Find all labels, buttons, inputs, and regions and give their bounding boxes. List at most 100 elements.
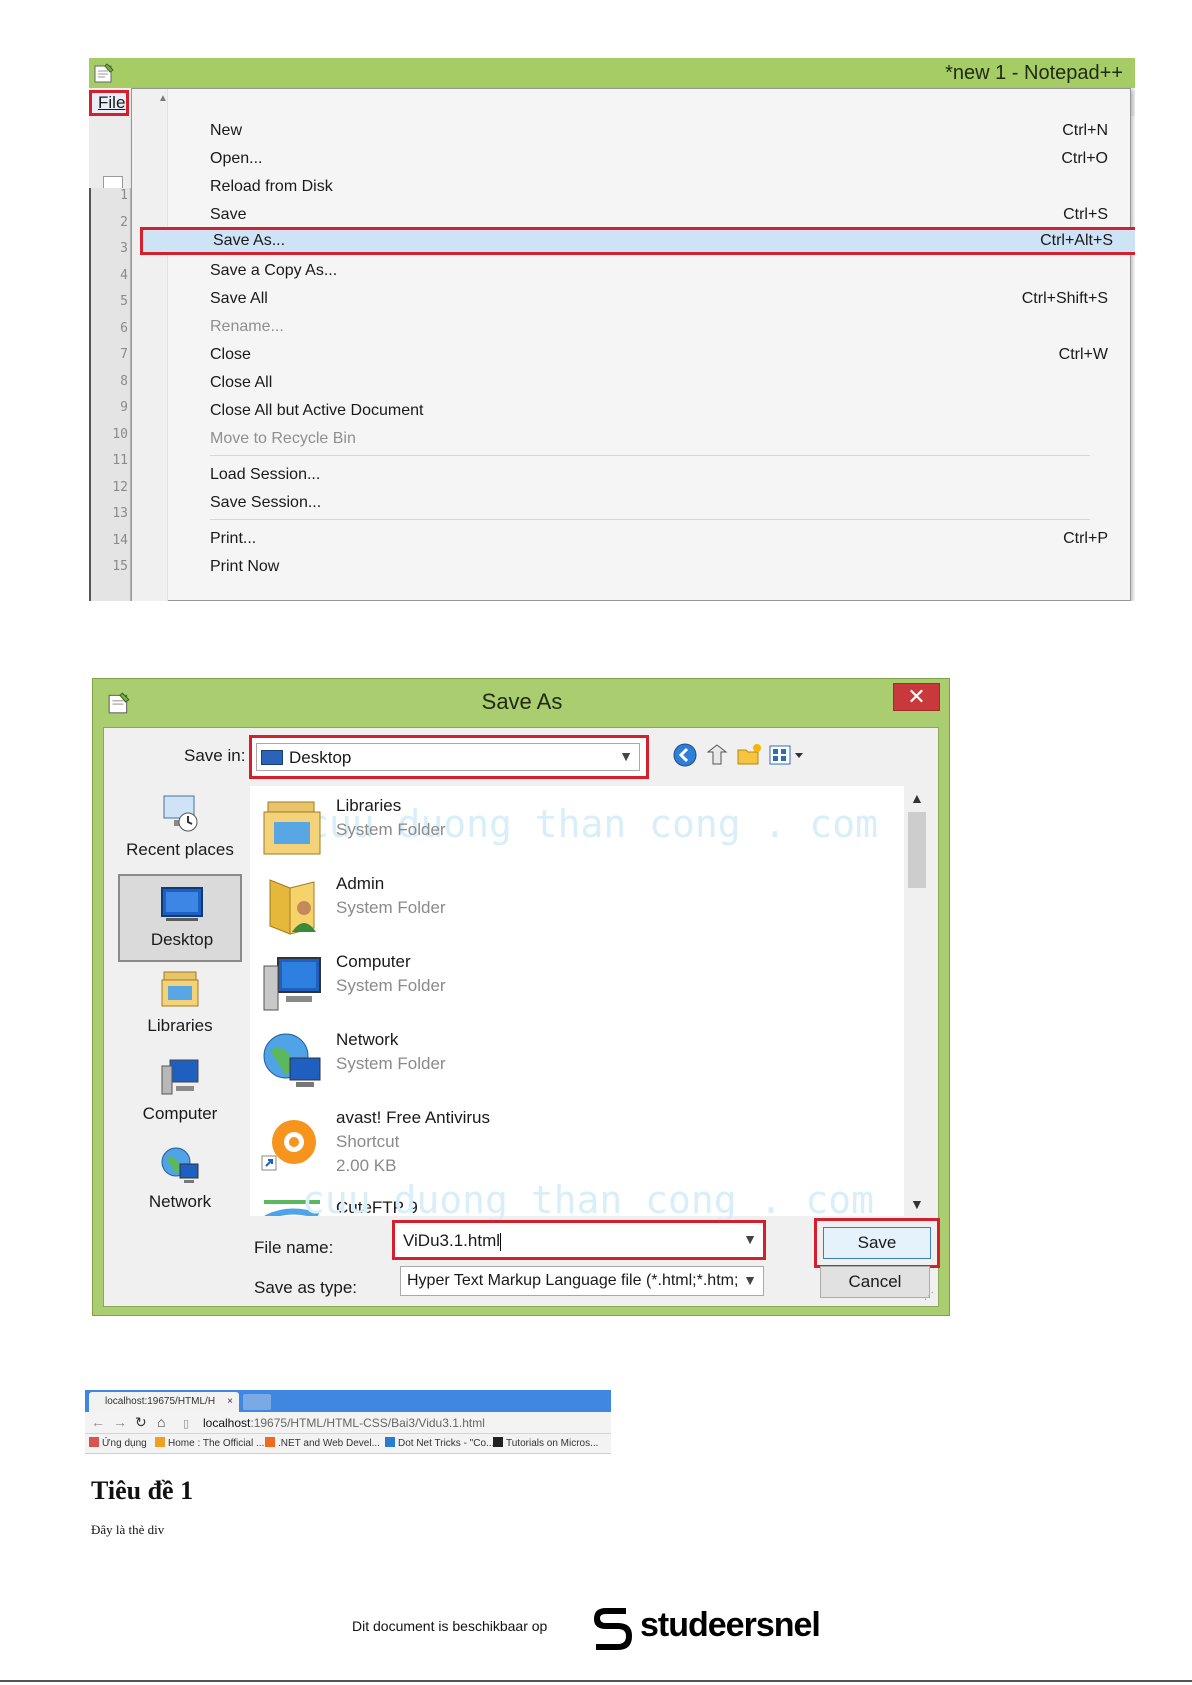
brand-name[interactable]: studeersnel [640, 1606, 821, 1645]
place-label: Computer [142, 1104, 218, 1123]
address-bar[interactable]: localhost:19675/HTML/HTML-CSS/Bai3/Vidu3… [203, 1416, 485, 1430]
forward-icon[interactable]: → [113, 1414, 127, 1430]
place-libraries[interactable]: Libraries [118, 962, 242, 1050]
tab-close-icon[interactable]: × [227, 1392, 233, 1412]
file-menu-dropdown: ▲ New Ctrl+N Open... Ctrl+O Reload from Disk… [131, 88, 1135, 601]
file-name-label: File name: [254, 1238, 334, 1257]
notepad-app-icon [94, 63, 114, 83]
bookmark-favicon-icon [493, 1437, 503, 1447]
text-caret [500, 1232, 502, 1251]
studeersnel-logo-icon[interactable] [586, 1602, 638, 1654]
bookmark-item[interactable]: Tutorials on Micros... [493, 1434, 598, 1454]
resize-grip-icon[interactable]: ⋰ [924, 1291, 934, 1302]
tab-title: localhost:19675/HTML/H [105, 1396, 216, 1407]
bookmark-favicon-icon [89, 1437, 99, 1447]
place-desktop[interactable]: Desktop [118, 874, 242, 962]
menu-item-save-all[interactable]: Save All Ctrl+Shift+S [168, 285, 1128, 313]
file-name-input[interactable]: ViDu3.1.html ▼ [392, 1220, 766, 1260]
line-number: 8 [120, 373, 128, 389]
scroll-up-icon[interactable]: ▲ [910, 790, 924, 806]
bookmark-item[interactable]: Home : The Official ... [155, 1434, 264, 1454]
page-icon: ▯ [183, 1418, 190, 1430]
new-tab-button[interactable] [243, 1394, 271, 1410]
menu-item-label: Close [210, 346, 251, 363]
file-name: Libraries [336, 796, 402, 815]
chevron-down-icon[interactable]: ▼ [619, 748, 633, 764]
file-item[interactable]: CuteFTP 9 [254, 1192, 874, 1216]
view-menu-icon[interactable] [768, 742, 808, 768]
place-label: Network [148, 1192, 212, 1211]
file-list[interactable]: cuu duong than cong . com Libraries Syst… [250, 786, 904, 1216]
menu-item-move-to-recycle-bin[interactable]: Move to Recycle Bin [168, 425, 1128, 453]
file-item[interactable]: Network System Folder [254, 1024, 874, 1098]
menu-item-load-session[interactable]: Load Session... [168, 461, 1128, 489]
close-button[interactable]: ✕ [893, 683, 940, 711]
menu-item-label: Save All [210, 290, 268, 307]
file-menu[interactable]: File [89, 90, 129, 116]
menu-item-print[interactable]: Print... Ctrl+P [168, 525, 1128, 553]
menu-item-label: Load Session... [210, 466, 321, 483]
file-item[interactable]: Admin System Folder [254, 868, 874, 942]
menu-item-open[interactable]: Open... Ctrl+O [168, 145, 1128, 173]
save-as-type-select[interactable]: Hyper Text Markup Language file (*.html;… [400, 1266, 764, 1296]
menu-item-reload-from-disk[interactable]: Reload from Disk [168, 173, 1128, 201]
file-name: Computer [336, 952, 411, 971]
bookmark-item[interactable]: Dot Net Tricks - "Co... [385, 1434, 494, 1454]
bookmark-favicon-icon [265, 1437, 275, 1447]
reload-icon[interactable]: ↻ [135, 1414, 147, 1431]
save-in-label: Save in: [184, 746, 246, 765]
line-number: 10 [112, 426, 128, 442]
chevron-down-icon[interactable]: ▼ [743, 1272, 757, 1288]
menu-item-save-session[interactable]: Save Session... [168, 489, 1128, 517]
file-item[interactable]: Computer System Folder [254, 946, 874, 1020]
save-button[interactable]: Save [823, 1227, 931, 1259]
editor-area[interactable] [1131, 116, 1135, 601]
file-item[interactable]: Libraries System Folder [254, 790, 874, 864]
menu-separator [210, 519, 1090, 520]
bookmark-item[interactable]: .NET and Web Devel... [265, 1434, 380, 1454]
chevron-down-icon[interactable]: ▼ [743, 1231, 757, 1247]
menu-item-label: Close All [210, 374, 273, 391]
menu-item-label: Print Now [210, 558, 280, 575]
menu-scroll-up-icon[interactable]: ▲ [158, 93, 168, 104]
bookmark-item[interactable]: Ứng dụng [89, 1434, 147, 1454]
libraries-icon [161, 971, 199, 1007]
line-number: 3 [120, 241, 128, 256]
scroll-thumb[interactable] [908, 812, 926, 888]
home-icon[interactable]: ⌂ [157, 1414, 165, 1430]
place-label: Recent places [126, 840, 234, 859]
menu-item-shortcut: Ctrl+S [1063, 206, 1108, 223]
place-recent-places[interactable]: Recent places [118, 786, 242, 874]
menu-item-save[interactable]: Save Ctrl+S [168, 201, 1128, 229]
back-icon[interactable] [672, 742, 698, 768]
menu-item-label: Save As... [213, 232, 286, 249]
menu-item-new[interactable]: New Ctrl+N [168, 117, 1128, 145]
back-icon[interactable]: ← [91, 1414, 105, 1430]
menu-item-close-all-but-active-document[interactable]: Close All but Active Document [168, 397, 1128, 425]
file-list-scrollbar[interactable]: ▲ ▼ [904, 786, 930, 1216]
cancel-button[interactable]: Cancel [820, 1266, 930, 1298]
browser-tab[interactable]: localhost:19675/HTML/H × [89, 1392, 239, 1412]
menu-item-save-a-copy-as[interactable]: Save a Copy As... [168, 257, 1128, 285]
place-network[interactable]: Network [118, 1138, 242, 1226]
browser-window: localhost:19675/HTML/H × ← → ↻ ⌂ ▯ local… [85, 1390, 611, 1540]
menu-item-rename[interactable]: Rename... [168, 313, 1128, 341]
new-folder-icon[interactable] [736, 742, 762, 768]
bookmark-label: .NET and Web Devel... [278, 1438, 380, 1449]
bookmark-favicon-icon [385, 1437, 395, 1447]
menu-item-close[interactable]: Close Ctrl+W [168, 341, 1128, 369]
menu-item-print-now[interactable]: Print Now [168, 553, 1128, 581]
npp-titlebar[interactable]: *new 1 - Notepad++ [89, 58, 1135, 88]
menu-item-label: Save [210, 206, 247, 223]
file-item[interactable]: avast! Free Antivirus Shortcut 2.00 KB [254, 1102, 874, 1192]
save-in-field[interactable]: Desktop ▼ [256, 743, 640, 771]
menu-item-close-all[interactable]: Close All [168, 369, 1128, 397]
up-folder-icon[interactable] [704, 742, 730, 768]
scroll-down-icon[interactable]: ▼ [910, 1196, 924, 1212]
bookmark-label: Tutorials on Micros... [506, 1438, 599, 1449]
place-label: Libraries [147, 1016, 213, 1035]
save-in-dropdown[interactable]: Desktop ▼ [249, 735, 649, 779]
menu-item-shortcut: Ctrl+N [1062, 122, 1108, 139]
menu-item-save-as[interactable]: Save As... Ctrl+Alt+S [140, 227, 1135, 255]
place-computer[interactable]: Computer [118, 1050, 242, 1138]
